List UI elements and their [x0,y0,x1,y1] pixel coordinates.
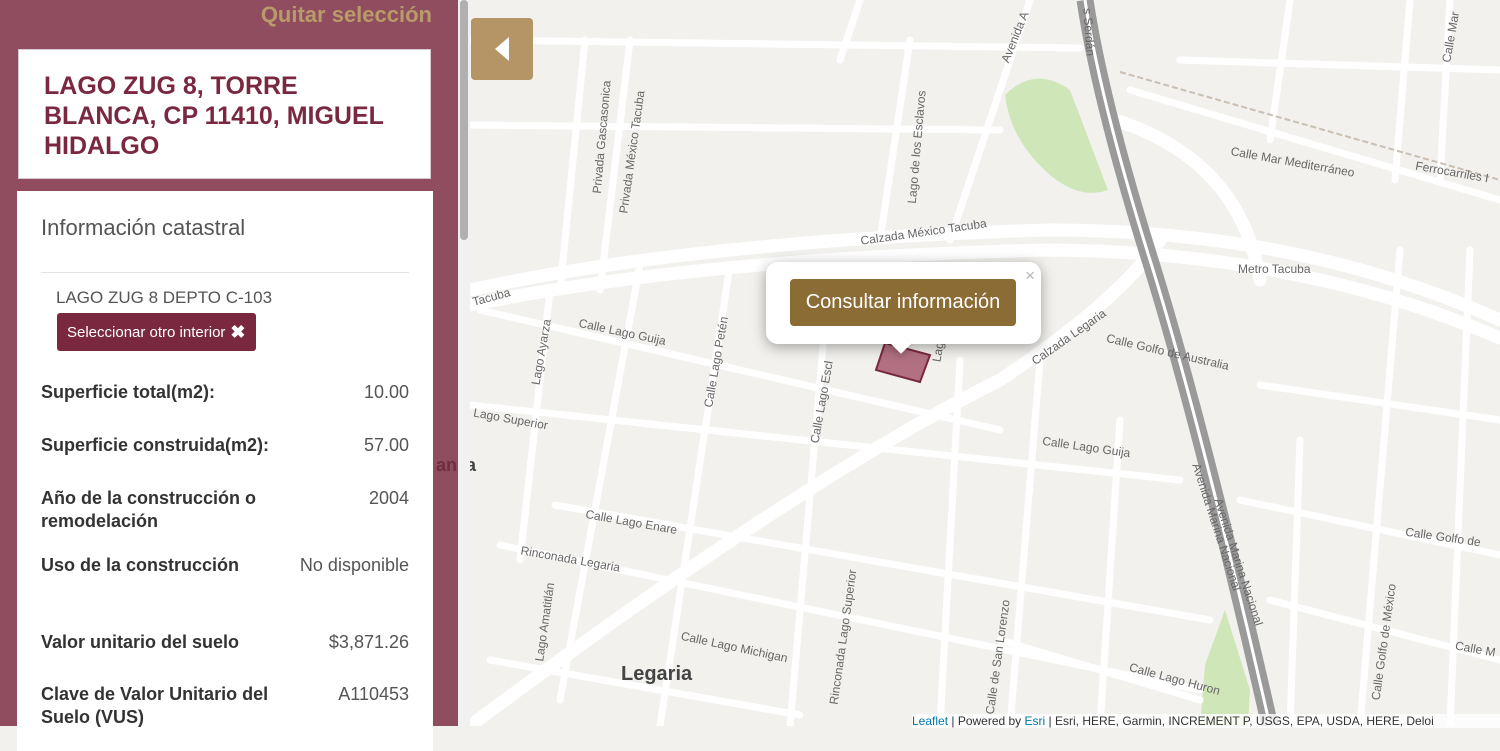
info-heading: Información catastral [41,215,246,240]
map-popup: × Consultar información [766,262,1041,354]
address-title: LAGO ZUG 8, TORRE BLANCA, CP 11410, MIGU… [44,72,384,160]
select-other-label: Seleccionar otro interior [67,323,226,341]
info-row-value: A110453 [338,684,409,704]
info-row-value: 2004 [368,488,409,508]
info-row-value: 57.00 [363,435,409,455]
address-card: LAGO ZUG 8, TORRE BLANCA, CP 11410, MIGU… [18,49,431,179]
interior-label: LAGO ZUG 8 DEPTO C-103 [56,288,273,307]
sidebar-scrollbar[interactable] [458,0,470,726]
clear-selection-link[interactable]: Quitar selección [261,2,432,28]
map-label-neighborhood: Legaria [621,663,693,685]
info-row-label: Clave de Valor Unitario del Suelo (VUS) [41,684,269,727]
divider [41,272,409,273]
cadastral-info-card: Información catastral LAGO ZUG 8 DEPTO C… [17,191,433,751]
popup-close-icon[interactable]: × [1025,266,1035,286]
select-other-interior-button[interactable]: Seleccionar otro interior ✖ [57,313,256,351]
chevron-left-icon [495,37,509,61]
info-row-label: Año de la construcción o remodelación [41,488,257,531]
scrollbar-thumb[interactable] [460,0,468,240]
info-row-label: Valor unitario del suelo [41,632,240,652]
info-row-value: $3,871.26 [328,632,409,652]
info-row-value: 10.00 [363,382,409,402]
info-row-label: Superficie construida(m2): [41,435,270,455]
sidebar-panel: Quitar selección LAGO ZUG 8, TORRE BLANC… [0,0,458,751]
close-icon: ✖ [230,321,246,342]
info-row-value: No disponible [299,555,409,575]
info-row-label: Uso de la construcción [41,555,240,575]
collapse-panel-button[interactable] [471,18,533,80]
info-row-label: Superficie total(m2): [41,382,216,402]
map-label: Metro Tacuba [1238,262,1311,276]
consult-info-button[interactable]: Consultar información [790,279,1016,326]
